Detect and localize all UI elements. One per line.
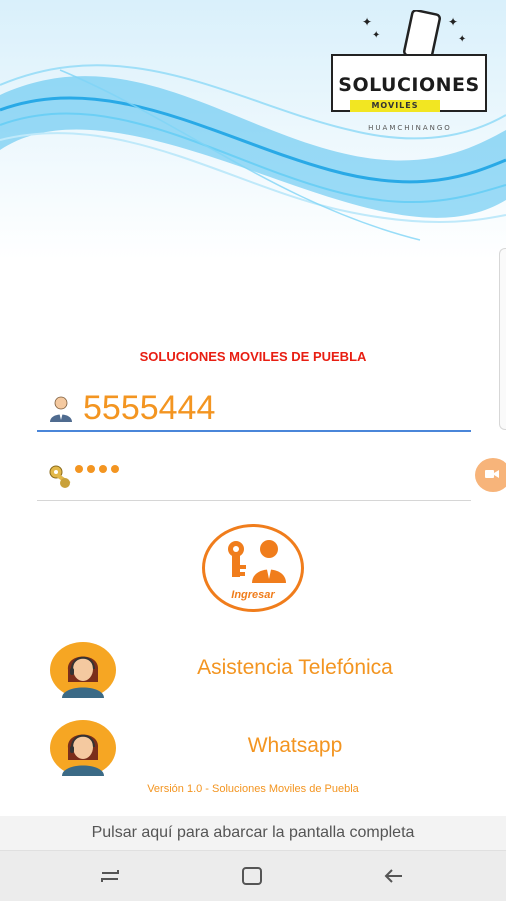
whatsapp-label: Whatsapp xyxy=(247,734,343,757)
fullscreen-hint[interactable]: Pulsar aquí para abarcar la pantalla com… xyxy=(0,816,506,850)
svg-text:✦: ✦ xyxy=(458,34,466,45)
logo-subtitle: MOVILES xyxy=(371,101,419,110)
company-title: SOLUCIONES MOVILES DE PUEBLA xyxy=(139,349,367,364)
back-icon[interactable] xyxy=(382,865,406,887)
version-text: Versión 1.0 - Soluciones Moviles de Pueb… xyxy=(147,783,359,795)
username-value: 5555444 xyxy=(83,389,216,427)
key-user-icon xyxy=(228,540,286,583)
username-field[interactable]: 5555444 xyxy=(37,388,471,432)
login-button-label: Ingresar xyxy=(231,589,275,601)
agent-avatar-icon xyxy=(50,720,116,776)
svg-text:✦: ✦ xyxy=(448,15,458,29)
floating-camera-button[interactable] xyxy=(475,458,506,492)
smartphone-icon: ✦ ✦ ✦ ✦ xyxy=(362,10,466,60)
phone-support-label: Asistencia Telefónica xyxy=(197,656,393,679)
key-icon xyxy=(49,465,71,488)
video-camera-icon xyxy=(485,470,499,478)
login-button[interactable]: Ingresar xyxy=(202,524,304,612)
password-mask xyxy=(75,465,119,473)
agent-avatar-icon xyxy=(50,642,116,698)
recent-apps-icon[interactable] xyxy=(98,865,122,887)
user-icon xyxy=(50,396,72,422)
whatsapp-item[interactable]: Whatsapp xyxy=(50,720,470,776)
home-icon[interactable] xyxy=(240,865,264,887)
logo-title: SOLUCIONES xyxy=(338,74,480,96)
brand-logo: ✦ ✦ ✦ ✦ SOLUCIONES MOVILES HUAMCHINANGO xyxy=(330,10,492,135)
password-field[interactable] xyxy=(37,457,471,501)
phone-support-item[interactable]: Asistencia Telefónica xyxy=(50,642,470,698)
svg-text:✦: ✦ xyxy=(372,30,380,41)
system-nav-bar xyxy=(0,850,506,901)
svg-text:✦: ✦ xyxy=(362,15,372,29)
logo-tagline: HUAMCHINANGO xyxy=(368,124,452,132)
scroll-handle[interactable] xyxy=(499,248,506,430)
